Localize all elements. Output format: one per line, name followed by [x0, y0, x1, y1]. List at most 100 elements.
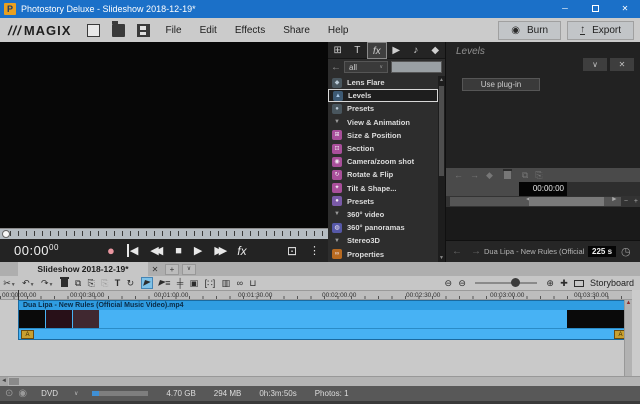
delete-icon[interactable] [61, 279, 68, 287]
tab-add-button[interactable]: + [165, 264, 179, 275]
effects-scrollbar[interactable]: ▲ ▼ [438, 76, 445, 262]
scrubber-playhead[interactable] [2, 230, 10, 238]
export-button[interactable]: ↑ Export [567, 21, 634, 40]
rewind-button[interactable]: ◀◀ [150, 244, 163, 257]
chevron-down-icon[interactable]: ∨ [74, 390, 78, 397]
effect-item-tilt-shape[interactable]: ✦Tilt & Shape... [328, 182, 438, 195]
close-button[interactable]: ✕ [610, 0, 640, 18]
prev-object-icon[interactable]: ← [452, 246, 462, 257]
effect-item-360-panoramas[interactable]: ◍360° panoramas [328, 221, 438, 234]
text-tool-icon[interactable]: T [115, 278, 121, 288]
timeline-vscrollbar[interactable]: ▲ [624, 300, 632, 376]
timeline-hscrollbar[interactable]: ◄ [0, 376, 640, 386]
copy-icon[interactable]: ⧉ [75, 278, 81, 289]
tab-effects-icon[interactable]: fx [367, 42, 387, 59]
menu-effects[interactable]: Effects [226, 25, 274, 36]
wave-display-icon[interactable]: ▥ [222, 278, 231, 289]
zoom-in-icon[interactable]: + [631, 198, 640, 205]
effect-item-presets[interactable]: ●Presets [328, 102, 438, 115]
menu-edit[interactable]: Edit [191, 25, 226, 36]
link-objects-icon[interactable]: ∞ [237, 278, 243, 288]
zoom-out-object-icon[interactable]: ⊖ [444, 278, 452, 289]
zoom-in-icon[interactable]: ⊕ [546, 278, 554, 289]
snap-magnet-icon[interactable]: ⊔ [249, 278, 256, 289]
scroll-up-icon[interactable]: ▲ [438, 77, 445, 83]
menu-share[interactable]: Share [274, 25, 319, 36]
tab-tags-icon[interactable]: ◆ [426, 42, 446, 59]
panel-collapse-button[interactable]: ∨ [583, 58, 607, 71]
tab-transitions-icon[interactable]: ▶ [387, 42, 407, 59]
scroll-down-icon[interactable]: ▼ [438, 255, 445, 261]
effects-category-select[interactable]: all ∨ [344, 61, 388, 73]
effect-item-rotate-flip[interactable]: ↻Rotate & Flip [328, 168, 438, 181]
range-tool-icon[interactable]: ◤≡ [159, 278, 170, 288]
clip-audio-track[interactable]: A A [19, 328, 629, 339]
nav-back-icon[interactable]: ← [454, 170, 463, 180]
rotate-tool-icon[interactable]: ↻ [127, 278, 135, 289]
timeline-ruler[interactable]: 00:00:00.00 00:00:30.00 00:01:00.00 00:0… [0, 290, 632, 300]
trash-icon[interactable] [504, 171, 511, 179]
video-preview[interactable] [0, 42, 328, 228]
tab-text-icon[interactable]: T [348, 42, 368, 59]
fullscreen-button[interactable]: ⊡ [287, 244, 297, 258]
paste-icon[interactable]: ⎘ [535, 170, 542, 181]
effect-item-properties[interactable]: ∞Properties [328, 247, 438, 260]
preview-scrubber[interactable] [0, 228, 328, 239]
zoom-out-icon[interactable]: ⊖ [458, 278, 466, 289]
effect-group-360-video[interactable]: ▼360° video [328, 208, 438, 221]
fit-project-icon[interactable]: ✚ [560, 278, 568, 289]
effect-group-stereo3d[interactable]: ▼Stereo3D [328, 234, 438, 247]
minimize-button[interactable]: ─ [550, 0, 580, 18]
use-plugin-button[interactable]: Use plug-in [462, 78, 540, 91]
panel-hscrollbar[interactable]: ◄ ► − + [446, 196, 640, 207]
effect-group-view-animation[interactable]: ▼View & Animation [328, 116, 438, 129]
clock-icon[interactable]: ◷ [621, 245, 631, 258]
copy-icon[interactable]: ⧉ [522, 170, 528, 181]
scroll-up-icon[interactable]: ▲ [625, 300, 632, 306]
undo-icon[interactable]: ↶▼ [22, 278, 35, 289]
effect-item-presets-2[interactable]: ●Presets [328, 195, 438, 208]
scroll-right-icon[interactable]: ► [608, 196, 621, 203]
disc-outline-icon[interactable]: ⊙ [5, 388, 13, 399]
back-icon[interactable]: ← [331, 62, 341, 73]
maximize-button[interactable] [580, 0, 610, 18]
tab-list-chevron-icon[interactable]: ∨ [182, 264, 196, 275]
effect-item-levels[interactable]: ▲Levels [328, 89, 438, 102]
new-project-icon[interactable] [87, 24, 100, 37]
scrollbar-thumb[interactable] [439, 86, 444, 176]
select-tool-icon[interactable]: ◤ [141, 277, 153, 289]
burn-button[interactable]: ◉ Burn [498, 21, 561, 40]
panel-close-button[interactable]: ✕ [610, 58, 634, 71]
paste-icon[interactable]: ⎘ [88, 278, 95, 289]
clip-video-track[interactable] [19, 310, 629, 328]
disc-filled-icon[interactable]: ◉ [18, 388, 27, 399]
effect-item-lens-flare[interactable]: ◆Lens Flare [328, 76, 438, 89]
paste-disabled-icon[interactable]: ⎘ [101, 278, 108, 289]
split-tool-icon[interactable]: ╪ [177, 278, 183, 288]
nav-forward-icon[interactable]: → [470, 170, 479, 180]
preview-fx-button[interactable]: fx [237, 244, 246, 258]
scrollbar-track[interactable]: ◄ ► [450, 197, 621, 206]
object-duration[interactable]: 225 s [588, 246, 616, 257]
redo-icon[interactable]: ↷▼ [41, 278, 54, 289]
effect-item-section[interactable]: ⊡Section [328, 142, 438, 155]
effect-item-size-position[interactable]: ⊞Size & Position [328, 129, 438, 142]
menu-help[interactable]: Help [319, 25, 358, 36]
monitor-icon[interactable] [574, 280, 584, 287]
menu-file[interactable]: File [156, 25, 190, 36]
play-button[interactable]: ▶ [194, 244, 202, 257]
skip-start-button[interactable]: ◀ [127, 244, 138, 257]
tab-music-icon[interactable]: ♪ [406, 42, 426, 59]
scroll-left-icon[interactable]: ◄ [0, 377, 8, 386]
forward-button[interactable]: ▶▶ [214, 244, 227, 257]
tab-close-icon[interactable]: ✕ [148, 265, 162, 274]
tag-icon[interactable]: ◆ [486, 170, 493, 181]
tab-media-icon[interactable]: ⊞ [328, 42, 348, 59]
open-project-icon[interactable] [112, 24, 125, 37]
record-button[interactable]: ● [107, 243, 115, 258]
save-project-icon[interactable] [137, 24, 150, 37]
storyboard-mode-button[interactable]: Storyboard [590, 278, 634, 288]
zoom-slider[interactable] [475, 282, 537, 284]
cut-icon[interactable]: ✂▼ [3, 278, 16, 289]
project-tab[interactable]: Slideshow 2018-12-19* [18, 262, 148, 276]
